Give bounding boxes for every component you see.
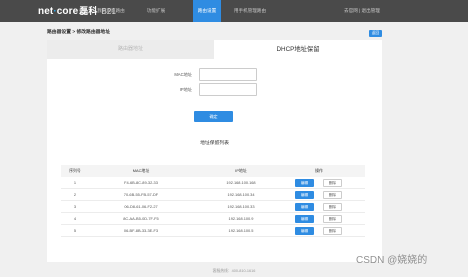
row-mac: 06-BF-8B-33-3E-F3 bbox=[123, 228, 159, 233]
edit-button[interactable]: 编辑 bbox=[295, 179, 314, 187]
edit-button[interactable]: 编辑 bbox=[295, 203, 314, 211]
breadcrumb: 路由器设置 > 修改路由器地址 bbox=[47, 30, 111, 35]
main-panel: 路由器地址 DHCP地址保留 MAC地址 IP地址 确定 地址保留列表 序列号 … bbox=[47, 40, 382, 262]
nav-item-extensions[interactable]: 功能扩展 bbox=[136, 0, 176, 22]
row-index: 4 bbox=[73, 216, 77, 221]
header-mac: MAC地址 bbox=[132, 168, 150, 173]
row-index: 2 bbox=[73, 192, 77, 197]
header-index: 序列号 bbox=[69, 168, 81, 173]
row-mac: 8C-AA-B5-0D-7F-F5 bbox=[123, 216, 159, 221]
table-row: 1 F4-6B-8C-89-32-33 192.168.100.168 编辑 删除 bbox=[61, 177, 365, 189]
row-ip: 192.168.100.9 bbox=[228, 216, 254, 221]
delete-button[interactable]: 删除 bbox=[323, 179, 342, 187]
row-ip: 192.168.100.34 bbox=[227, 192, 255, 197]
row-ip: 192.168.100.5 bbox=[228, 228, 254, 233]
brand-prefix: net bbox=[38, 6, 54, 17]
header-actions: 操作 bbox=[315, 168, 323, 173]
edit-button[interactable]: 编辑 bbox=[295, 191, 314, 199]
row-mac: 06-D8-61-06-F2-27 bbox=[124, 204, 158, 209]
mac-label: MAC地址 bbox=[174, 72, 192, 77]
row-mac: 70-6B-55-FB-57-DF bbox=[123, 192, 159, 197]
nav-item-router-settings[interactable]: 路由设置 bbox=[193, 0, 221, 22]
nav-item-mobile-manage[interactable]: 用手机管理路由 bbox=[225, 0, 275, 22]
table-row: 5 06-BF-8B-33-3E-F3 192.168.100.5 编辑 删除 bbox=[61, 225, 365, 237]
delete-button[interactable]: 删除 bbox=[323, 227, 342, 235]
confirm-button[interactable]: 确定 bbox=[194, 111, 233, 122]
delete-button[interactable]: 删除 bbox=[323, 215, 342, 223]
watermark-text: CSDN @娆娆的 bbox=[356, 255, 428, 266]
row-index: 3 bbox=[73, 204, 77, 209]
table-row: 2 70-6B-55-FB-57-DF 192.168.100.34 编辑 删除 bbox=[61, 189, 365, 201]
return-button[interactable]: 返回 bbox=[369, 30, 382, 37]
tab-router-address[interactable]: 路由器地址 bbox=[47, 40, 214, 59]
row-index: 1 bbox=[73, 180, 77, 185]
tab-dhcp-reservation[interactable]: DHCP地址保留 bbox=[214, 40, 382, 59]
reservation-list-title: 地址保留列表 bbox=[200, 141, 229, 146]
table-row: 4 8C-AA-B5-0D-7F-F5 192.168.100.9 编辑 删除 bbox=[61, 213, 365, 225]
ip-input[interactable] bbox=[199, 83, 257, 96]
top-navigation-bar: net·core磊科 B21 我的家庭路由 功能扩展 路由设置 用手机管理路由 去… bbox=[0, 0, 468, 22]
brand-suffix: core bbox=[56, 6, 79, 17]
delete-button[interactable]: 删除 bbox=[323, 203, 342, 211]
edit-button[interactable]: 编辑 bbox=[295, 227, 314, 235]
row-ip: 192.168.100.33 bbox=[227, 204, 255, 209]
row-ip: 192.168.100.168 bbox=[226, 180, 256, 185]
edit-button[interactable]: 编辑 bbox=[295, 215, 314, 223]
row-index: 5 bbox=[73, 228, 77, 233]
footer-hotline: 客服热线：400-810-1616 bbox=[212, 269, 256, 273]
ip-label: IP地址 bbox=[179, 87, 192, 92]
table-row: 3 06-D8-61-06-F2-27 192.168.100.33 编辑 删除 bbox=[61, 201, 365, 213]
table-header: 序列号 MAC地址 IP地址 操作 bbox=[61, 165, 365, 177]
delete-button[interactable]: 删除 bbox=[323, 191, 342, 199]
row-mac: F4-6B-8C-89-32-33 bbox=[124, 180, 158, 185]
nav-item-my-router[interactable]: 我的家庭路由 bbox=[88, 0, 134, 22]
nav-right-links[interactable]: 去官网 | 退出管理 bbox=[344, 0, 380, 22]
mac-input[interactable] bbox=[199, 68, 257, 81]
header-ip: IP地址 bbox=[235, 168, 247, 173]
